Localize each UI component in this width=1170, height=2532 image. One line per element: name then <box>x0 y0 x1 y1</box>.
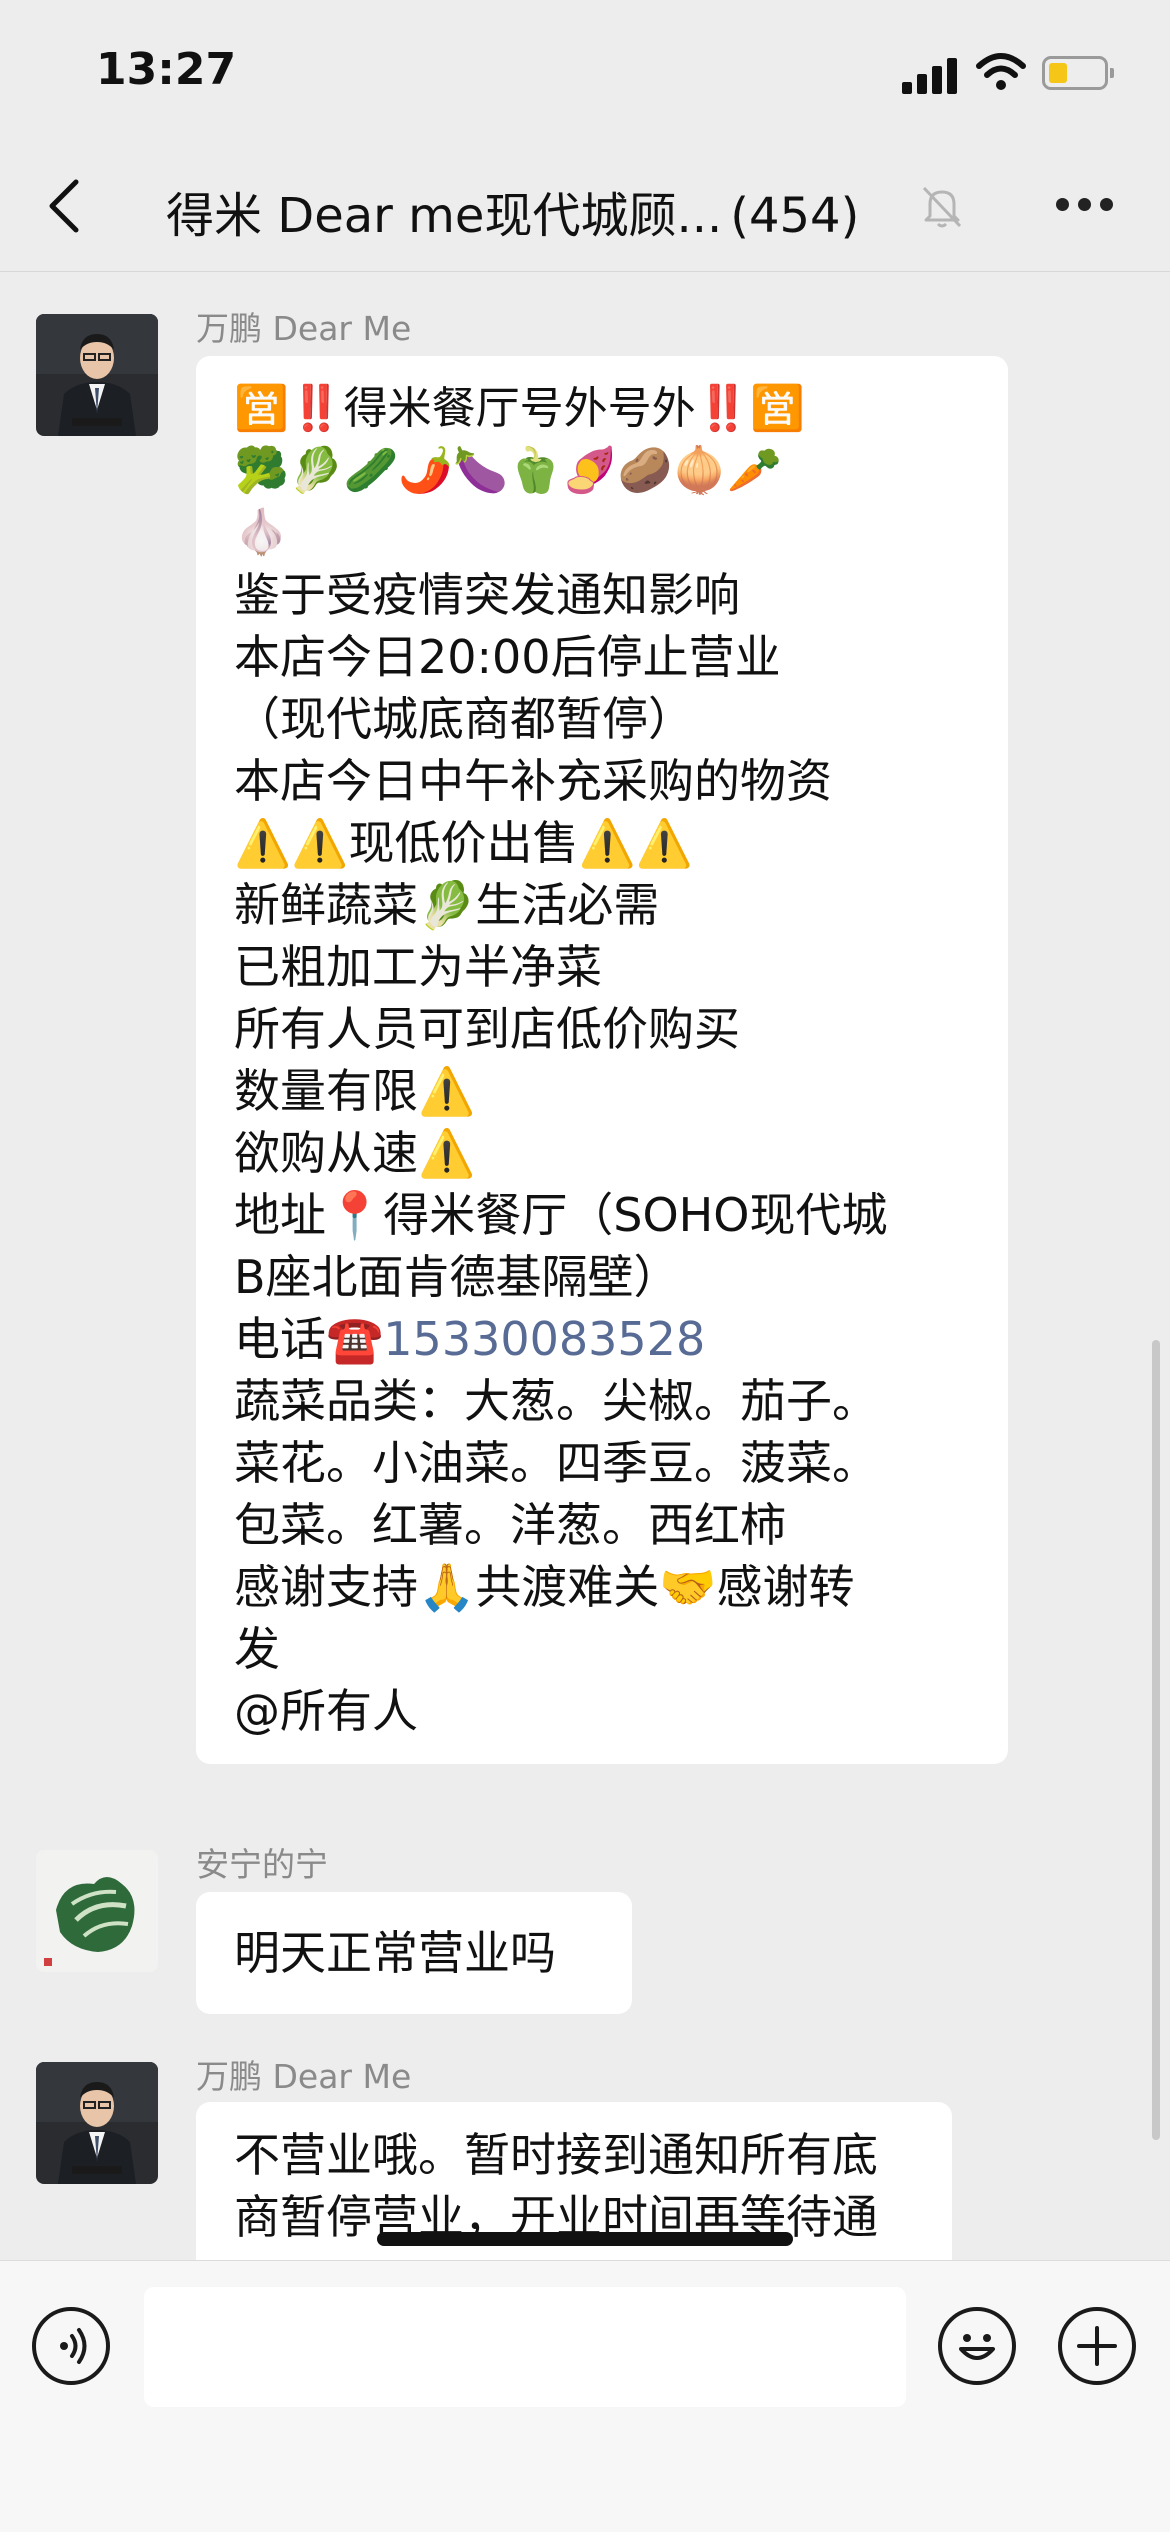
message-line: 感谢支持🙏共渡难关🤝感谢转 <box>234 1560 855 1614</box>
battery-icon <box>1042 56 1114 90</box>
sender-name: 安宁的宁 <box>196 1845 328 1884</box>
message-line: 本店今日20:00后停止营业 <box>234 630 781 684</box>
avatar-cabbage <box>36 1850 158 1972</box>
chat-header: 得米 Dear me现代城顾... (454) <box>0 140 1170 272</box>
wifi-icon <box>976 53 1026 90</box>
chat-messages[interactable]: 万鹏 Dear Me 🈺‼️得米餐厅号外号外‼️🈺 🥦🥬🥒🌶️🍆🫑🍠🥔🧅🥕 🧄 … <box>0 272 1170 2260</box>
cellular-signal-icon <box>902 56 958 94</box>
message-input[interactable] <box>144 2287 906 2407</box>
sender-name: 万鹏 Dear Me <box>196 309 412 348</box>
message-line: 发 <box>234 1622 280 1676</box>
message-line: 鉴于受疫情突发通知影响 <box>234 568 740 622</box>
phone-link[interactable]: 15330083528 <box>383 1312 705 1366</box>
message-line: 🧄 <box>234 507 289 558</box>
message-line: （现代城底商都暂停） <box>234 692 694 746</box>
message-line: 地址📍得米餐厅（SOHO现代城 <box>234 1188 888 1242</box>
message-line: 🥦🥬🥒🌶️🍆🫑🍠🥔🧅🥕 <box>234 445 782 496</box>
message-line: 欲购从速⚠️ <box>234 1126 476 1180</box>
more-icon[interactable] <box>1056 198 1114 214</box>
member-count: (454) <box>730 188 860 244</box>
input-bar <box>0 2260 1170 2532</box>
message-line: ⚠️⚠️现低价出售⚠️⚠️ <box>234 816 694 870</box>
group-name: 得米 Dear me现代城顾... <box>166 188 723 244</box>
message-line: 包菜。红薯。洋葱。西红柿 <box>234 1498 786 1552</box>
message-line: 数量有限⚠️ <box>234 1064 476 1118</box>
message-line: 本店今日中午补充采购的物资 <box>234 754 832 808</box>
message-line: B座北面肯德基隔壁） <box>234 1250 680 1304</box>
plus-icon[interactable] <box>1058 2307 1136 2385</box>
status-bar: 13:27 <box>0 0 1170 140</box>
message-line: 所有人员可到店低价购买 <box>234 1002 740 1056</box>
scrollbar[interactable] <box>1152 1340 1160 2140</box>
avatar[interactable] <box>36 2062 158 2184</box>
avatar[interactable] <box>36 314 158 436</box>
voice-icon[interactable] <box>32 2307 110 2385</box>
chat-title: 得米 Dear me现代城顾... (454) <box>166 176 859 246</box>
message-line: 菜花。小油菜。四季豆。菠菜。 <box>234 1436 878 1490</box>
message-line: 蔬菜品类：大葱。尖椒。茄子。 <box>234 1374 878 1428</box>
message-line: 新鲜蔬菜🥬生活必需 <box>234 878 660 932</box>
message-line: @所有人 <box>234 1684 418 1738</box>
bell-slash-icon <box>922 186 962 228</box>
status-time: 13:27 <box>96 44 237 95</box>
message-line: 已粗加工为半净菜 <box>234 940 602 994</box>
avatar-man-suit <box>36 2062 158 2184</box>
message-line: 🈺‼️得米餐厅号外号外‼️🈺 <box>234 383 806 434</box>
message-line: 电话☎️15330083528 <box>234 1308 1008 1370</box>
avatar[interactable] <box>36 1850 158 1972</box>
message-line: 明天正常营业吗 <box>234 1926 556 1980</box>
message-bubble[interactable]: 🈺‼️得米餐厅号外号外‼️🈺 🥦🥬🥒🌶️🍆🫑🍠🥔🧅🥕 🧄 鉴于受疫情突发通知影响… <box>196 356 1008 1764</box>
sender-name: 万鹏 Dear Me <box>196 2057 412 2096</box>
emoji-icon[interactable] <box>938 2307 1016 2385</box>
message-line: 不营业哦。暂时接到通知所有底 <box>234 2128 878 2182</box>
phone-label: 电话☎️ <box>234 1312 384 1366</box>
avatar-man-suit <box>36 314 158 436</box>
chevron-left-icon[interactable] <box>44 178 84 234</box>
message-bubble[interactable]: 明天正常营业吗 <box>196 1892 632 2014</box>
home-indicator <box>377 2232 793 2246</box>
